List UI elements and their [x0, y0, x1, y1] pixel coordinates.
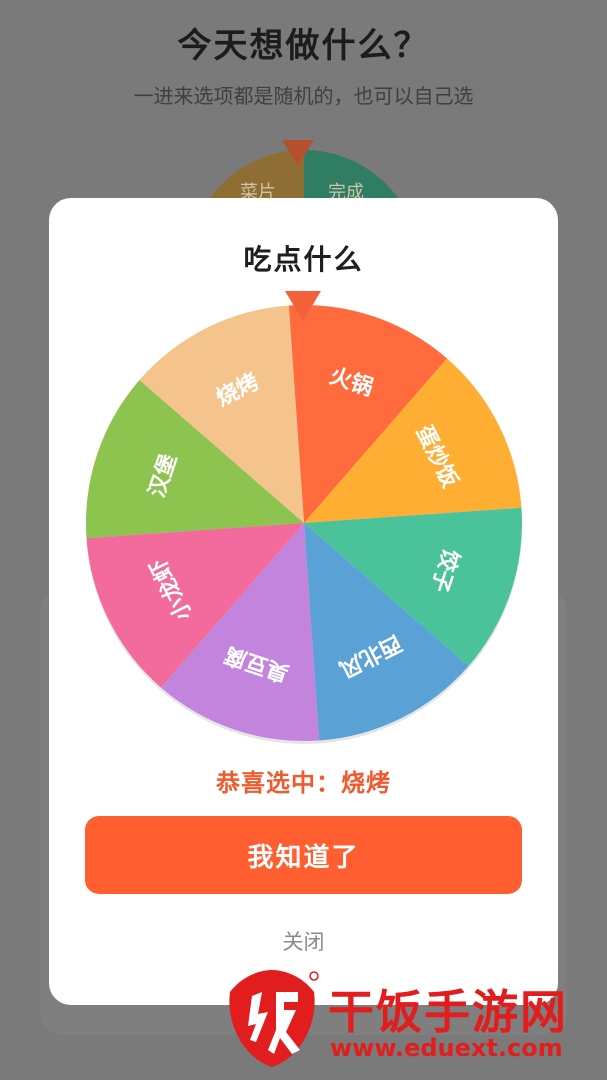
confirm-button[interactable]: 我知道了	[85, 816, 522, 894]
page-subtitle: 一进来选项都是随机的，也可以自己选	[133, 84, 474, 108]
dialog-title: 吃点什么	[243, 243, 364, 276]
close-button[interactable]: 关闭	[49, 926, 558, 956]
watermark-url: www.eduext.com	[330, 1034, 563, 1062]
result-dialog: 吃点什么 火锅 蛋炒饭 饺子 西北风 臭豆腐 小龙虾 汉堡 烧烤 恭喜选中：烧烤 我知道了 关…	[49, 198, 558, 1005]
page-title: 今天想做什么？	[177, 26, 430, 66]
background-wheel-pointer-icon	[282, 140, 314, 166]
result-text: 恭喜选中：烧烤	[216, 769, 391, 797]
watermark-logo-icon	[229, 970, 319, 1067]
spin-wheel[interactable]: 火锅 蛋炒饭 饺子 西北风 臭豆腐 小龙虾 汉堡 烧烤	[82, 301, 526, 745]
watermark-name: 干饭手游网	[328, 985, 568, 1039]
wheel-pointer-icon	[285, 291, 321, 321]
